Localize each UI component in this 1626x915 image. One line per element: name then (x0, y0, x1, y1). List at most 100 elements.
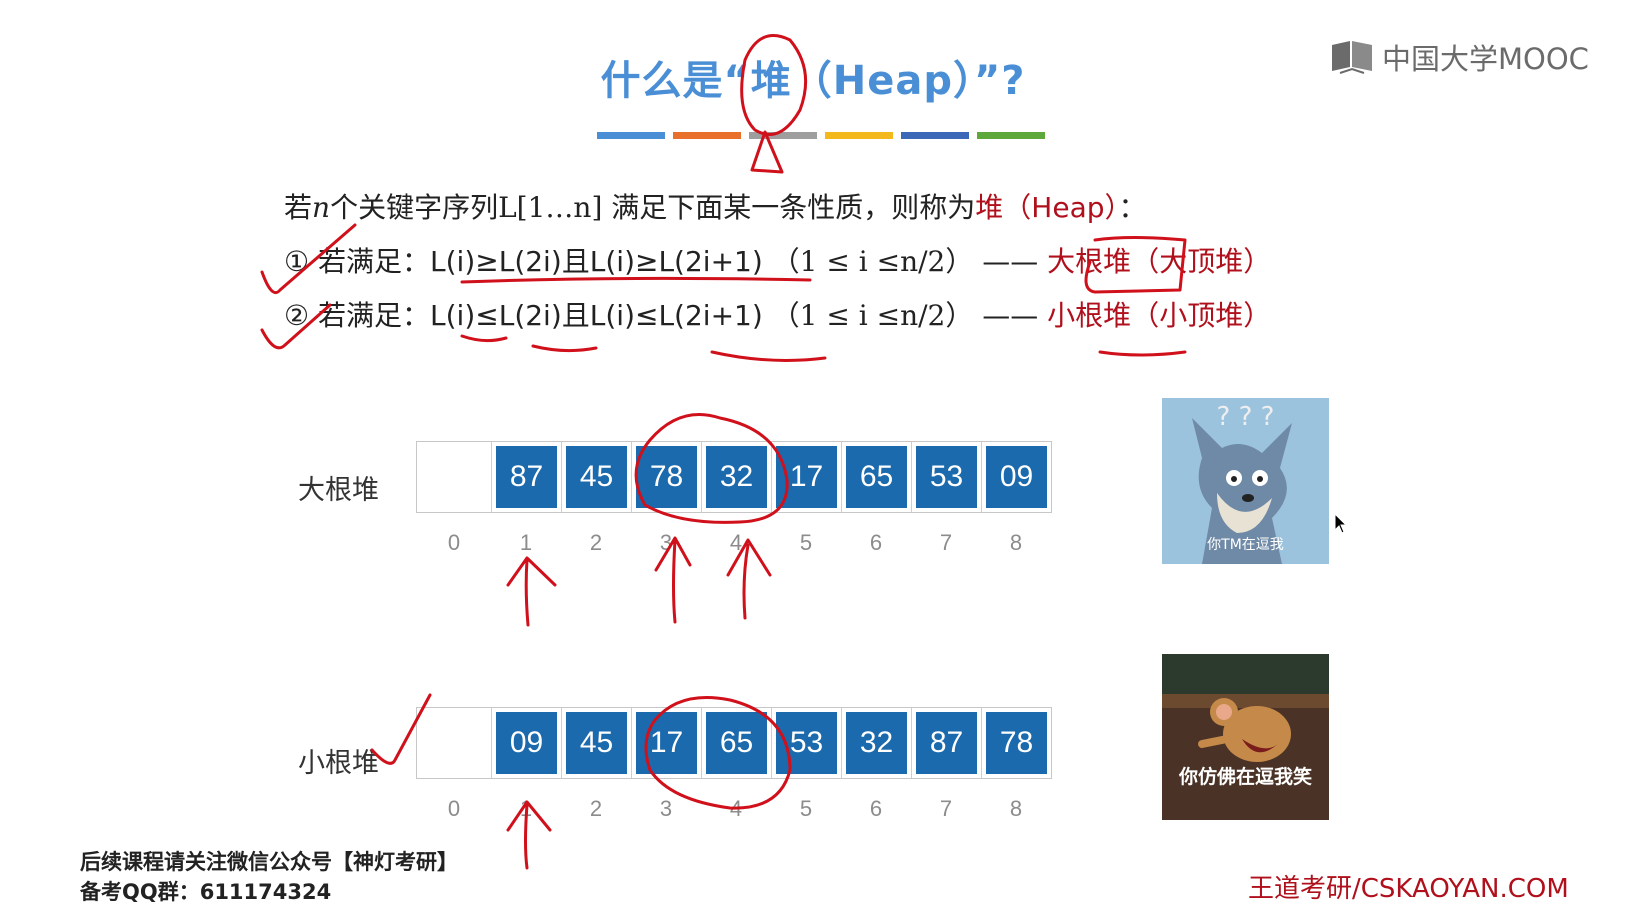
min-heap-index: 5 (799, 796, 813, 821)
underline-min-heap (1098, 350, 1187, 357)
meme-caption: 你TM在逗我 (1207, 537, 1284, 553)
min-heap-cell-0 (417, 708, 491, 778)
underline-l2i (531, 344, 598, 353)
min-heap-cell-2: 45 (561, 708, 631, 778)
max-heap-cell-4: 32 (701, 442, 771, 512)
question-marks: ? ? ? (1216, 402, 1275, 432)
sequence-notation: L[1…n] (498, 191, 603, 224)
underline-l2i1 (710, 350, 827, 362)
title-stripe (597, 132, 665, 139)
title-underline (597, 132, 1045, 139)
min-heap-index: 8 (1009, 796, 1023, 821)
max-heap-value: 53 (916, 446, 977, 508)
min-heap-array: 09 45 17 65 53 32 87 78 (416, 707, 1052, 779)
definition-line-3: ② 若满足：L(i)≤L(2i)且L(i)≤L(2i+1) （1 ≤ i ≤n/… (284, 294, 1271, 334)
min-heap-value: 45 (566, 712, 627, 774)
max-heap-value: 09 (986, 446, 1047, 508)
underline-li (460, 334, 508, 343)
index-range: （1 ≤ i ≤n/2） (771, 299, 974, 332)
max-heap-index: 0 (447, 530, 461, 555)
title-stripe (901, 132, 969, 139)
min-heap-index: 7 (939, 796, 953, 821)
term-max-heap-alias: （大顶堆） (1131, 245, 1272, 278)
arrow-index-1 (506, 556, 557, 627)
max-heap-cell-3: 78 (631, 442, 701, 512)
max-heap-index: 4 (729, 530, 743, 555)
max-heap-array: 87 45 78 32 17 65 53 09 (416, 441, 1052, 513)
max-heap-value: 78 (636, 446, 697, 508)
text: 满足下面某一条性质，则称为 (602, 191, 976, 224)
title-stripe (977, 132, 1045, 139)
min-heap-value: 78 (986, 712, 1047, 774)
condition-label: 若满足： (318, 299, 431, 332)
max-heap-label: 大根堆 (298, 475, 379, 506)
max-heap-value: 65 (846, 446, 907, 508)
variable-n: n (312, 191, 331, 224)
min-heap-value: 53 (776, 712, 837, 774)
max-heap-index: 7 (939, 530, 953, 555)
text: 个关键字序列 (330, 191, 499, 224)
min-heap-index: 1 (519, 796, 533, 821)
min-heap-index: 3 (659, 796, 673, 821)
mouse-cursor-icon (1334, 513, 1348, 534)
meme-tom-image: ? ? ? 你TM在逗我 (1162, 398, 1329, 564)
min-heap-value: 65 (706, 712, 767, 774)
min-heap-cell-4: 65 (701, 708, 771, 778)
definition-line-2: ① 若满足：L(i)≥L(2i)且L(i)≥L(2i+1) （1 ≤ i ≤n/… (284, 240, 1271, 280)
footer-qq-group: 备考QQ群：611174324 (80, 880, 332, 904)
mooc-logo: 中国大学MOOC (1330, 36, 1589, 78)
min-heap-indices: 0 1 2 3 4 5 6 7 8 (417, 796, 1051, 822)
formula-min-heap: L(i)≤L(2i)且L(i)≤L(2i+1) (430, 299, 763, 332)
min-heap-cell-6: 32 (841, 708, 911, 778)
footer-info: 后续课程请关注微信公众号【神灯考研】 备考QQ群：611174324 (80, 847, 458, 907)
index-range: （1 ≤ i ≤n/2） (771, 245, 974, 278)
meme-caption: 你仿佛在逗我笑 (1178, 766, 1312, 788)
definition-line-1: 若n个关键字序列L[1…n] 满足下面某一条性质，则称为堆（Heap）： (284, 186, 1147, 226)
text: ： (1118, 191, 1147, 224)
max-heap-cell-1: 87 (491, 442, 561, 512)
title-stripe (749, 132, 817, 139)
slide: 什么是“堆（Heap）”? 中国大学MOOC 若n个关键字序列L[1…n] 满足… (0, 0, 1626, 915)
max-heap-index: 8 (1009, 530, 1023, 555)
term-max-heap: 大根堆 (1047, 245, 1132, 278)
min-heap-index: 0 (447, 796, 461, 821)
max-heap-cell-5: 17 (771, 442, 841, 512)
max-heap-cell-2: 45 (561, 442, 631, 512)
term-min-heap-alias: （小顶堆） (1131, 299, 1272, 332)
min-heap-index: 4 (729, 796, 743, 821)
title-stripe (825, 132, 893, 139)
max-heap-index: 5 (799, 530, 813, 555)
max-heap-value: 32 (706, 446, 767, 508)
max-heap-index: 1 (519, 530, 533, 555)
formula-max-heap: L(i)≥L(2i)且L(i)≥L(2i+1) (430, 245, 763, 278)
dash: —— (982, 245, 1039, 278)
text: 若 (284, 191, 313, 224)
condition-label: 若满足： (318, 245, 431, 278)
min-heap-cell-3: 17 (631, 708, 701, 778)
min-heap-value: 17 (636, 712, 697, 774)
min-heap-index: 2 (589, 796, 603, 821)
max-heap-index: 6 (869, 530, 883, 555)
min-heap-label: 小根堆 (298, 748, 379, 779)
max-heap-cell-6: 65 (841, 442, 911, 512)
min-heap-cell-8: 78 (981, 708, 1051, 778)
min-heap-value: 09 (496, 712, 557, 774)
max-heap-value: 87 (496, 446, 557, 508)
dash: —— (982, 299, 1039, 332)
meme-jerry-image: 你仿佛在逗我笑 (1162, 654, 1329, 820)
max-heap-indices: 0 1 2 3 4 5 6 7 8 (417, 530, 1051, 556)
min-heap-index: 6 (869, 796, 883, 821)
max-heap-cell-0 (417, 442, 491, 512)
max-heap-index: 2 (589, 530, 603, 555)
max-heap-cell-8: 09 (981, 442, 1051, 512)
term-heap: 堆（Heap） (975, 191, 1119, 224)
max-heap-value: 45 (566, 446, 627, 508)
book-icon (1330, 39, 1374, 75)
min-heap-cell-1: 09 (491, 708, 561, 778)
max-heap-value: 17 (776, 446, 837, 508)
min-heap-cell-7: 87 (911, 708, 981, 778)
logo-text: 中国大学MOOC (1382, 42, 1589, 76)
min-heap-cell-5: 53 (771, 708, 841, 778)
term-min-heap: 小根堆 (1047, 299, 1132, 332)
footer-wechat: 后续课程请关注微信公众号【神灯考研】 (80, 850, 458, 874)
